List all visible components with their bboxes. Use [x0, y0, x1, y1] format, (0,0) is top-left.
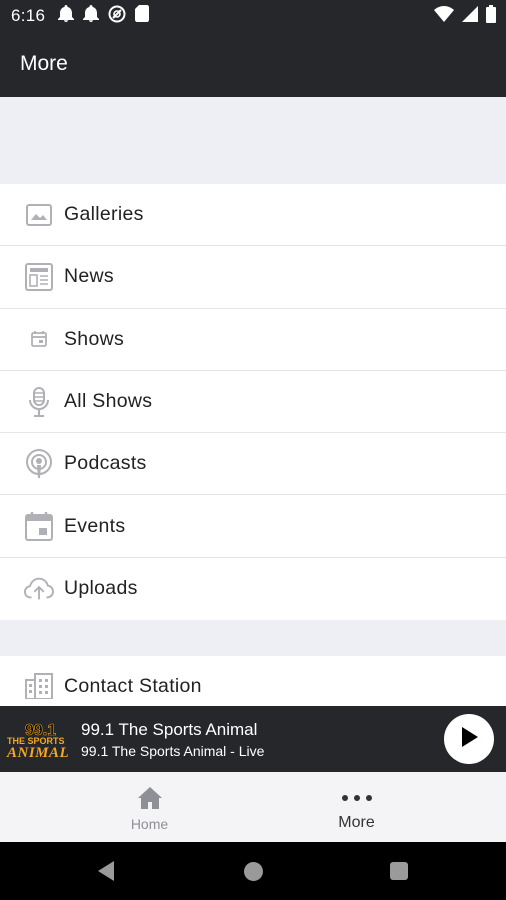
menu-item-label: Contact Station: [64, 675, 202, 697]
station-logo: 99.1 THE SPORTS ANIMAL: [6, 722, 69, 760]
status-time: 6:16: [11, 6, 46, 25]
calendar-small-icon: [24, 324, 54, 354]
status-notification-icons: [58, 4, 149, 28]
battery-icon: [486, 4, 496, 28]
app-bar: More: [0, 32, 506, 97]
menu-item-events[interactable]: Events: [0, 495, 506, 558]
page-title: More: [20, 52, 68, 75]
cloud-upload-icon: [24, 574, 54, 604]
menu-item-galleries[interactable]: Galleries: [0, 184, 506, 247]
building-icon: [24, 671, 54, 701]
notification-bell-icon: [58, 4, 74, 28]
menu-item-uploads[interactable]: Uploads: [0, 558, 506, 620]
menu-item-label: Uploads: [64, 577, 138, 600]
play-button[interactable]: [444, 714, 494, 764]
bottom-nav: Home More: [0, 772, 506, 842]
sd-card-icon: [135, 5, 149, 27]
recent-apps-icon[interactable]: [390, 862, 408, 880]
podcast-icon: [24, 448, 54, 479]
menu-item-label: Shows: [64, 327, 125, 350]
top-spacer: [0, 97, 506, 184]
microphone-icon: [24, 386, 54, 417]
gallery-icon: [24, 200, 54, 230]
system-nav-bar: [0, 842, 506, 900]
menu-item-label: Galleries: [64, 203, 144, 226]
status-bar: 6:16: [0, 0, 506, 32]
tab-label: Home: [130, 816, 169, 832]
notification-bell-icon: [83, 4, 99, 28]
wifi-icon: [434, 5, 454, 27]
tab-more[interactable]: More: [230, 772, 483, 842]
now-playing-title: 99.1 The Sports Animal: [81, 720, 258, 739]
tab-label: More: [338, 814, 375, 831]
menu-item-shows[interactable]: Shows: [0, 309, 506, 371]
menu-item-contact-station[interactable]: Contact Station: [0, 656, 506, 706]
back-icon[interactable]: [96, 860, 116, 887]
calendar-icon: [24, 511, 54, 542]
section-spacer: [0, 620, 506, 656]
menu-item-all-shows[interactable]: All Shows: [0, 371, 506, 434]
menu-item-label: Podcasts: [64, 452, 147, 475]
logo-line-2: ANIMAL: [6, 745, 69, 760]
menu-item-label: All Shows: [64, 390, 153, 413]
more-menu-list: Galleries News Shows All Shows Podcasts …: [0, 184, 506, 621]
system-home-icon[interactable]: [244, 862, 263, 881]
more-dots-icon: [341, 785, 373, 811]
menu-item-news[interactable]: News: [0, 246, 506, 309]
menu-item-label: Events: [64, 514, 126, 537]
status-system-icons: [434, 4, 496, 28]
now-playing-bar[interactable]: 99.1 THE SPORTS ANIMAL 99.1 The Sports A…: [0, 706, 506, 772]
menu-item-label: News: [64, 265, 114, 288]
now-playing-subtitle: 99.1 The Sports Animal - Live: [81, 743, 265, 759]
do-not-disturb-icon: [108, 5, 126, 28]
menu-item-podcasts[interactable]: Podcasts: [0, 433, 506, 496]
news-icon: [24, 262, 54, 292]
play-icon: [459, 726, 479, 753]
home-icon: [137, 785, 163, 811]
cell-signal-icon: [462, 5, 478, 27]
